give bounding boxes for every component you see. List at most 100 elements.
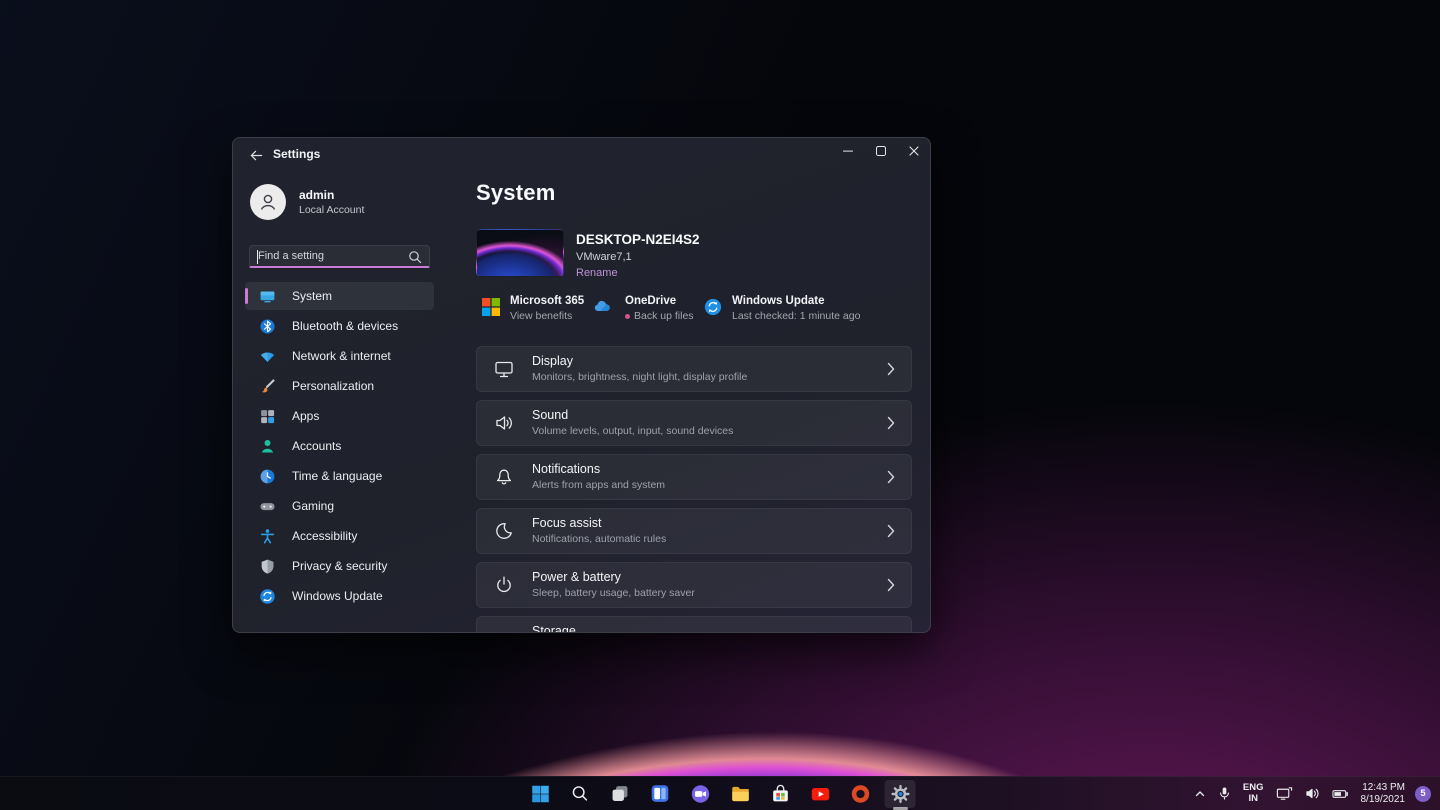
titlebar[interactable]: Settings (233, 138, 930, 172)
settings-row-power-battery[interactable]: Power & battery Sleep, battery usage, ba… (476, 562, 912, 608)
microsoft-logo (482, 298, 500, 316)
settings-row-sound[interactable]: Sound Volume levels, output, input, soun… (476, 400, 912, 446)
sidebar-item-windows-update[interactable]: Windows Update (245, 582, 434, 610)
sidebar-item-label: Network & internet (292, 349, 391, 363)
notification-badge[interactable]: 5 (1415, 786, 1431, 802)
sidebar-item-label: Bluetooth & devices (292, 319, 398, 333)
task-view-button[interactable] (605, 780, 636, 808)
monitor-icon (493, 358, 515, 380)
search-icon (408, 250, 422, 269)
sidebar-item-time-language[interactable]: Time & language (245, 462, 434, 490)
taskbar-icons (525, 777, 916, 810)
selected-indicator (245, 288, 248, 304)
settings-row-display[interactable]: Display Monitors, brightness, night ligh… (476, 346, 912, 392)
status-card-row: Microsoft 365 View benefits OneDrive Bac… (476, 295, 910, 325)
apps-icon (259, 408, 276, 425)
sidebar-item-apps[interactable]: Apps (245, 402, 434, 430)
sidebar-item-accessibility[interactable]: Accessibility (245, 522, 434, 550)
chevron-up-icon (1194, 788, 1206, 800)
sidebar-item-label: Privacy & security (292, 559, 387, 573)
sidebar-item-system[interactable]: System (245, 282, 434, 310)
microphone-tray-button[interactable] (1216, 780, 1233, 808)
clock[interactable]: 12:43 PM8/19/2021 (1359, 780, 1408, 808)
sidebar-item-accounts[interactable]: Accounts (245, 432, 434, 460)
sidebar-item-gaming[interactable]: Gaming (245, 492, 434, 520)
minimize-icon (843, 146, 853, 156)
storage-icon (493, 628, 515, 633)
back-button[interactable] (243, 145, 269, 165)
maximize-button[interactable] (864, 138, 897, 164)
microsoft-store-button[interactable] (765, 780, 796, 808)
gear-icon (889, 783, 911, 805)
sidebar-item-bluetooth-devices[interactable]: Bluetooth & devices (245, 312, 434, 340)
back-arrow-icon (249, 148, 264, 163)
file-explorer-button[interactable] (725, 780, 756, 808)
system-icon (259, 288, 276, 305)
chat-icon (689, 783, 711, 805)
language-indicator[interactable]: ENGIN (1241, 780, 1266, 808)
onedrive-card[interactable]: OneDrive Back up files (593, 295, 694, 322)
battery-icon (1332, 788, 1349, 800)
main-pane: System DESKTOP-N2EI4S2 VMware7,1 Rename … (446, 172, 930, 632)
bell-icon (493, 466, 515, 488)
network-icon (259, 348, 276, 365)
search-icon (570, 783, 591, 804)
update-icon (259, 588, 276, 605)
display-tray-button[interactable] (1274, 780, 1295, 808)
sidebar-item-personalization[interactable]: Personalization (245, 372, 434, 400)
shield-icon (259, 558, 276, 575)
microphone-icon (1218, 786, 1231, 801)
start-button[interactable] (525, 780, 556, 808)
page-title: System (476, 180, 910, 206)
avatar (250, 184, 286, 220)
sidebar-item-network-internet[interactable]: Network & internet (245, 342, 434, 370)
settings-taskbar-button[interactable] (885, 780, 916, 808)
window-title: Settings (273, 147, 320, 161)
card-subtitle: Last checked: 1 minute ago (732, 310, 860, 322)
account-type: Local Account (299, 204, 364, 216)
region-code: IN (1243, 794, 1264, 805)
taskbar: ENGIN 12:43 PM8/19/2021 5 (0, 776, 1440, 810)
chevron-right-icon (887, 470, 895, 484)
hidden-icons-button[interactable] (1192, 780, 1208, 808)
windows-update-card[interactable]: Windows Update Last checked: 1 minute ag… (704, 295, 860, 322)
search-input[interactable] (258, 246, 418, 266)
youtube-icon (809, 783, 831, 805)
battery-tray-button[interactable] (1330, 780, 1351, 808)
widgets-button[interactable] (645, 780, 676, 808)
sidebar-item-label: Windows Update (292, 589, 383, 603)
sidebar-item-privacy-security[interactable]: Privacy & security (245, 552, 434, 580)
close-button[interactable] (897, 138, 930, 164)
desktop: Settings admin Loc (0, 0, 1440, 810)
moon-icon (493, 520, 515, 542)
windows-logo-icon (529, 783, 551, 805)
office-button[interactable] (845, 780, 876, 808)
minimize-button[interactable] (831, 138, 864, 164)
person-icon (257, 191, 279, 213)
row-title: Power & battery (532, 570, 695, 584)
row-title: Storage (532, 624, 576, 633)
sidebar-item-label: System (292, 289, 332, 303)
search-box[interactable] (249, 245, 430, 268)
youtube-button[interactable] (805, 780, 836, 808)
taskbar-search-button[interactable] (565, 780, 596, 808)
time: 12:43 PM (1361, 782, 1406, 794)
volume-tray-button[interactable] (1303, 780, 1322, 808)
update-icon (704, 298, 722, 316)
chevron-right-icon (887, 632, 895, 633)
device-name: DESKTOP-N2EI4S2 (576, 232, 700, 247)
microsoft-365-card[interactable]: Microsoft 365 View benefits (482, 295, 584, 322)
settings-row-notifications[interactable]: Notifications Alerts from apps and syste… (476, 454, 912, 500)
row-title: Focus assist (532, 516, 666, 530)
rename-link[interactable]: Rename (576, 267, 618, 279)
settings-row-storage[interactable]: Storage (476, 616, 912, 633)
settings-row-focus-assist[interactable]: Focus assist Notifications, automatic ru… (476, 508, 912, 554)
active-app-indicator (893, 807, 908, 810)
chevron-right-icon (887, 362, 895, 376)
personalization-icon (259, 378, 276, 395)
row-subtitle: Alerts from apps and system (532, 479, 665, 492)
chat-button[interactable] (685, 780, 716, 808)
chevron-right-icon (887, 524, 895, 538)
card-subtitle: Back up files (634, 310, 694, 322)
account-button[interactable]: admin Local Account (250, 184, 430, 220)
